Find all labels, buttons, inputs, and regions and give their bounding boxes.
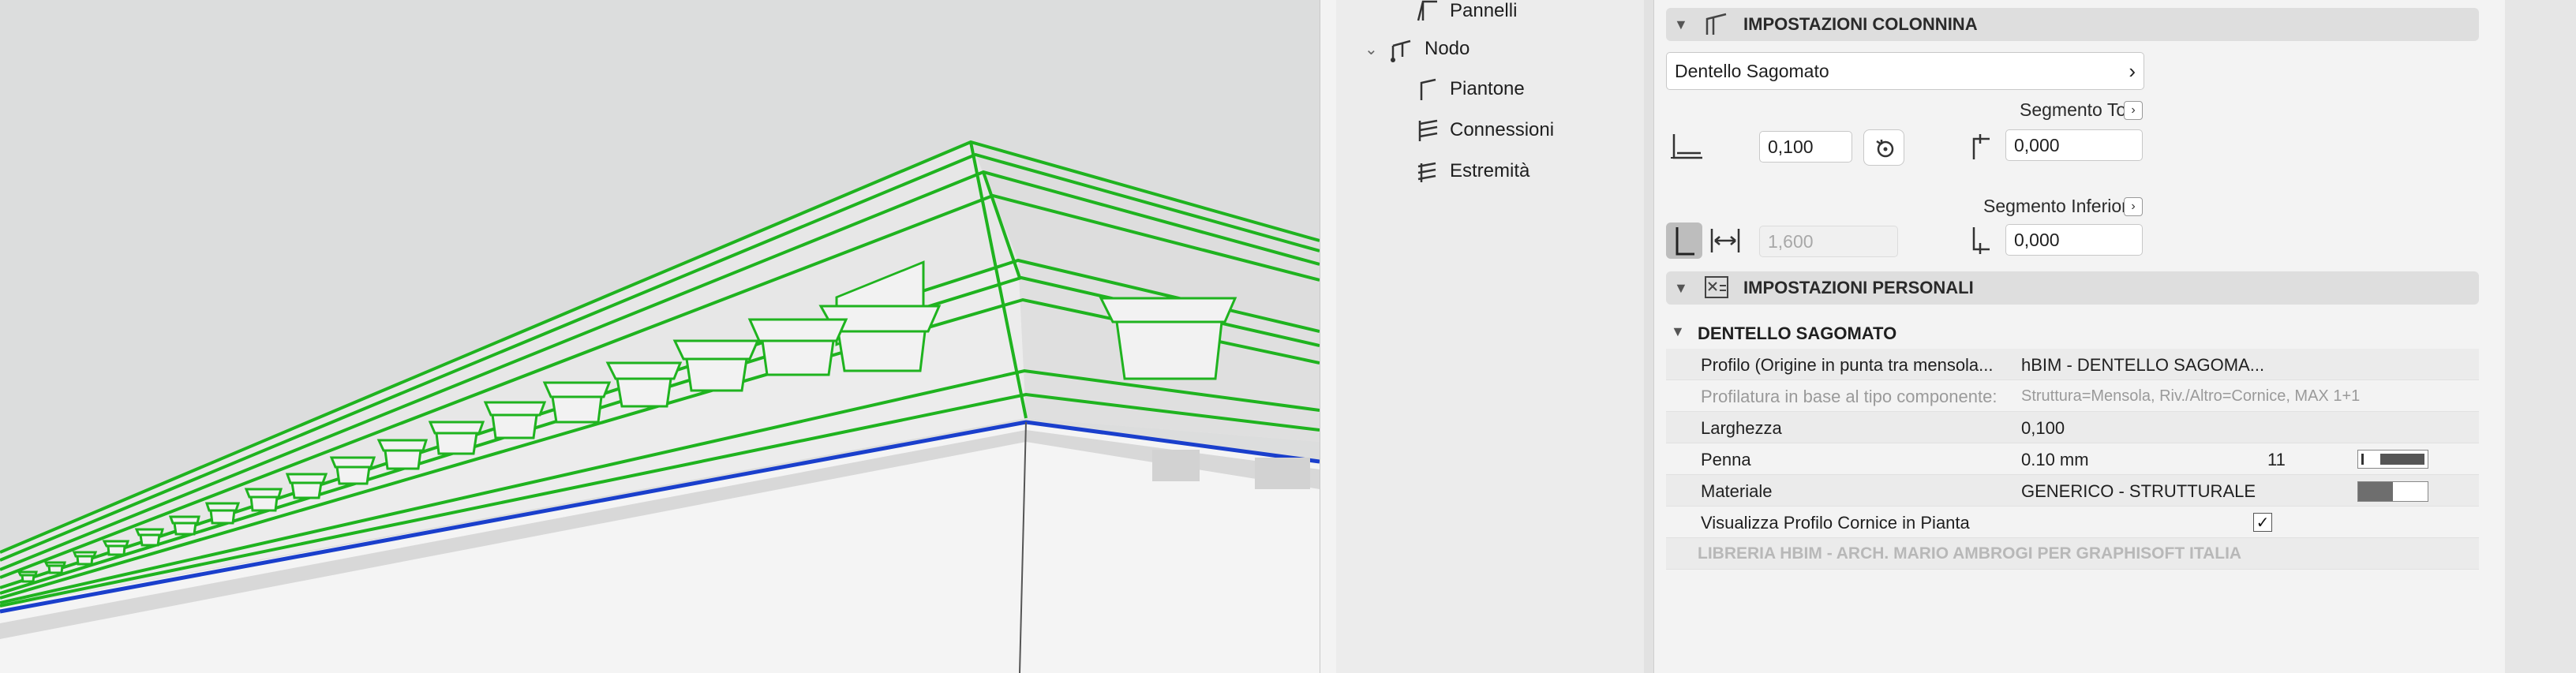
tree-item-label: Pannelli: [1450, 0, 1518, 21]
type-selector[interactable]: Dentello Sagomato ›: [1666, 52, 2144, 90]
settings-dialog: Pannelli ⌄ Nodo Piantone Connessioni Est…: [1320, 0, 2506, 673]
segment-top-label: Segmento Top: [2020, 99, 2136, 120]
width-dimension-icon: [1671, 134, 1702, 159]
section-title: IMPOSTAZIONI PERSONALI: [1743, 278, 1974, 297]
segment-bottom-label: Segmento Inferiore: [1983, 196, 2138, 216]
triangle-down-icon: ▼: [1674, 279, 1688, 296]
segment-top-icon: [1972, 134, 1990, 159]
segment-bottom-value: 0,000: [2014, 229, 2060, 250]
tree-item-estremita[interactable]: Estremità: [1413, 157, 1530, 185]
row-value: GENERICO - STRUTTURALE: [2021, 481, 2256, 501]
row-value: 0,100: [2021, 418, 2065, 438]
settings-panel: ▼ IMPOSTAZIONI COLONNINA Dentello Sagoma…: [1666, 0, 2506, 673]
row-key: Profilo (Origine in punta tra mensola...: [1701, 355, 1994, 375]
height-input: 1,600: [1759, 226, 1898, 257]
cornice-3d-model: [0, 140, 1320, 673]
node-icon: [1391, 39, 1411, 62]
table-row[interactable]: Penna 0.10 mm 11: [1666, 443, 2479, 475]
pen-number: 11: [2267, 450, 2286, 469]
panel-divider[interactable]: [1644, 0, 1654, 673]
width-value: 0,100: [1768, 136, 1814, 157]
tree-item-label: Piantone: [1450, 78, 1525, 99]
section-header-personali[interactable]: ▼ IMPOSTAZIONI PERSONALI: [1666, 271, 2479, 305]
anchor-icon: [1876, 140, 1894, 158]
lock-toggle[interactable]: [1863, 129, 1904, 166]
segment-bottom-input[interactable]: 0,000: [2005, 224, 2143, 256]
row-key: Profilatura in base al tipo componente:: [1701, 387, 1998, 406]
row-key: Penna: [1701, 450, 1751, 469]
table-row[interactable]: Materiale GENERICO - STRUTTURALE: [1666, 475, 2479, 507]
section-title: IMPOSTAZIONI COLONNINA: [1743, 14, 1978, 34]
section-header-colonnina[interactable]: ▼ IMPOSTAZIONI COLONNINA: [1666, 8, 2479, 41]
segment-top-value: 0,000: [2014, 134, 2060, 155]
row-value: Struttura=Mensola, Riv./Altro=Cornice, M…: [2021, 387, 2361, 405]
tree-item-nodo[interactable]: Nodo: [1388, 35, 1470, 63]
3d-viewport[interactable]: [0, 0, 1320, 673]
window-background: [2505, 0, 2576, 673]
height-dimension-icon: [1676, 227, 1694, 256]
triangle-down-icon: ▼: [1674, 16, 1688, 32]
tree-item-label: Estremità: [1450, 160, 1530, 181]
panel-icon: [1417, 0, 1437, 21]
chevron-right-icon: ›: [2129, 58, 2136, 83]
table-row[interactable]: Visualizza Profilo Cornice in Pianta ✓: [1666, 507, 2479, 538]
group-title: DENTELLO SAGOMATO: [1698, 323, 1897, 343]
tree-item-label: Connessioni: [1450, 119, 1555, 140]
table-row[interactable]: Larghezza 0,100: [1666, 412, 2479, 443]
type-selector-value: Dentello Sagomato: [1675, 60, 1829, 81]
height-mode-button[interactable]: [1666, 222, 1702, 259]
ends-icon: [1417, 162, 1436, 182]
row-key: Visualizza Profilo Cornice in Pianta: [1701, 513, 1970, 533]
row-key: Larghezza: [1701, 418, 1782, 438]
length-dimension-icon[interactable]: [1707, 224, 1743, 257]
connections-icon: [1418, 119, 1438, 141]
post-icon: [1420, 78, 1436, 100]
chevron-down-icon[interactable]: ⌄: [1365, 39, 1378, 59]
triangle-down-icon: ▼: [1671, 323, 1685, 339]
tree-item-pannelli[interactable]: Pannelli: [1413, 0, 1517, 25]
custom-settings-icon: [1705, 276, 1728, 298]
segment-bottom-chevron[interactable]: ›: [2124, 197, 2143, 216]
width-input[interactable]: 0,100: [1759, 131, 1852, 163]
group-header-dentello[interactable]: ▼ DENTELLO SAGOMATO: [1666, 317, 2479, 349]
table-row[interactable]: Profilo (Origine in punta tra mensola...…: [1666, 349, 2479, 380]
segment-top-input[interactable]: 0,000: [2005, 129, 2143, 161]
row-value: hBIM - DENTELLO SAGOMA...: [2021, 355, 2265, 375]
row-key: Materiale: [1701, 481, 1773, 501]
tree-item-piantone[interactable]: Piantone: [1413, 75, 1525, 103]
segment-bottom-icon: [1972, 227, 1990, 254]
tree-item-label: Nodo: [1425, 38, 1470, 59]
tree-item-connessioni[interactable]: Connessioni: [1413, 116, 1554, 144]
row-value: 0.10 mm: [2021, 450, 2089, 469]
segment-top-chevron[interactable]: ›: [2124, 101, 2143, 120]
profile-checkbox[interactable]: ✓: [2253, 513, 2272, 532]
library-footer: LIBRERIA HBIM - ARCH. MARIO AMBROGI PER …: [1698, 544, 2242, 563]
material-swatch[interactable]: [2357, 481, 2428, 502]
table-row: Profilatura in base al tipo componente: …: [1666, 380, 2479, 412]
column-icon: [1705, 13, 1727, 35]
table-row: LIBRERIA HBIM - ARCH. MARIO AMBROGI PER …: [1666, 538, 2479, 570]
height-value: 1,600: [1768, 230, 1814, 252]
pen-swatch[interactable]: [2357, 450, 2428, 469]
